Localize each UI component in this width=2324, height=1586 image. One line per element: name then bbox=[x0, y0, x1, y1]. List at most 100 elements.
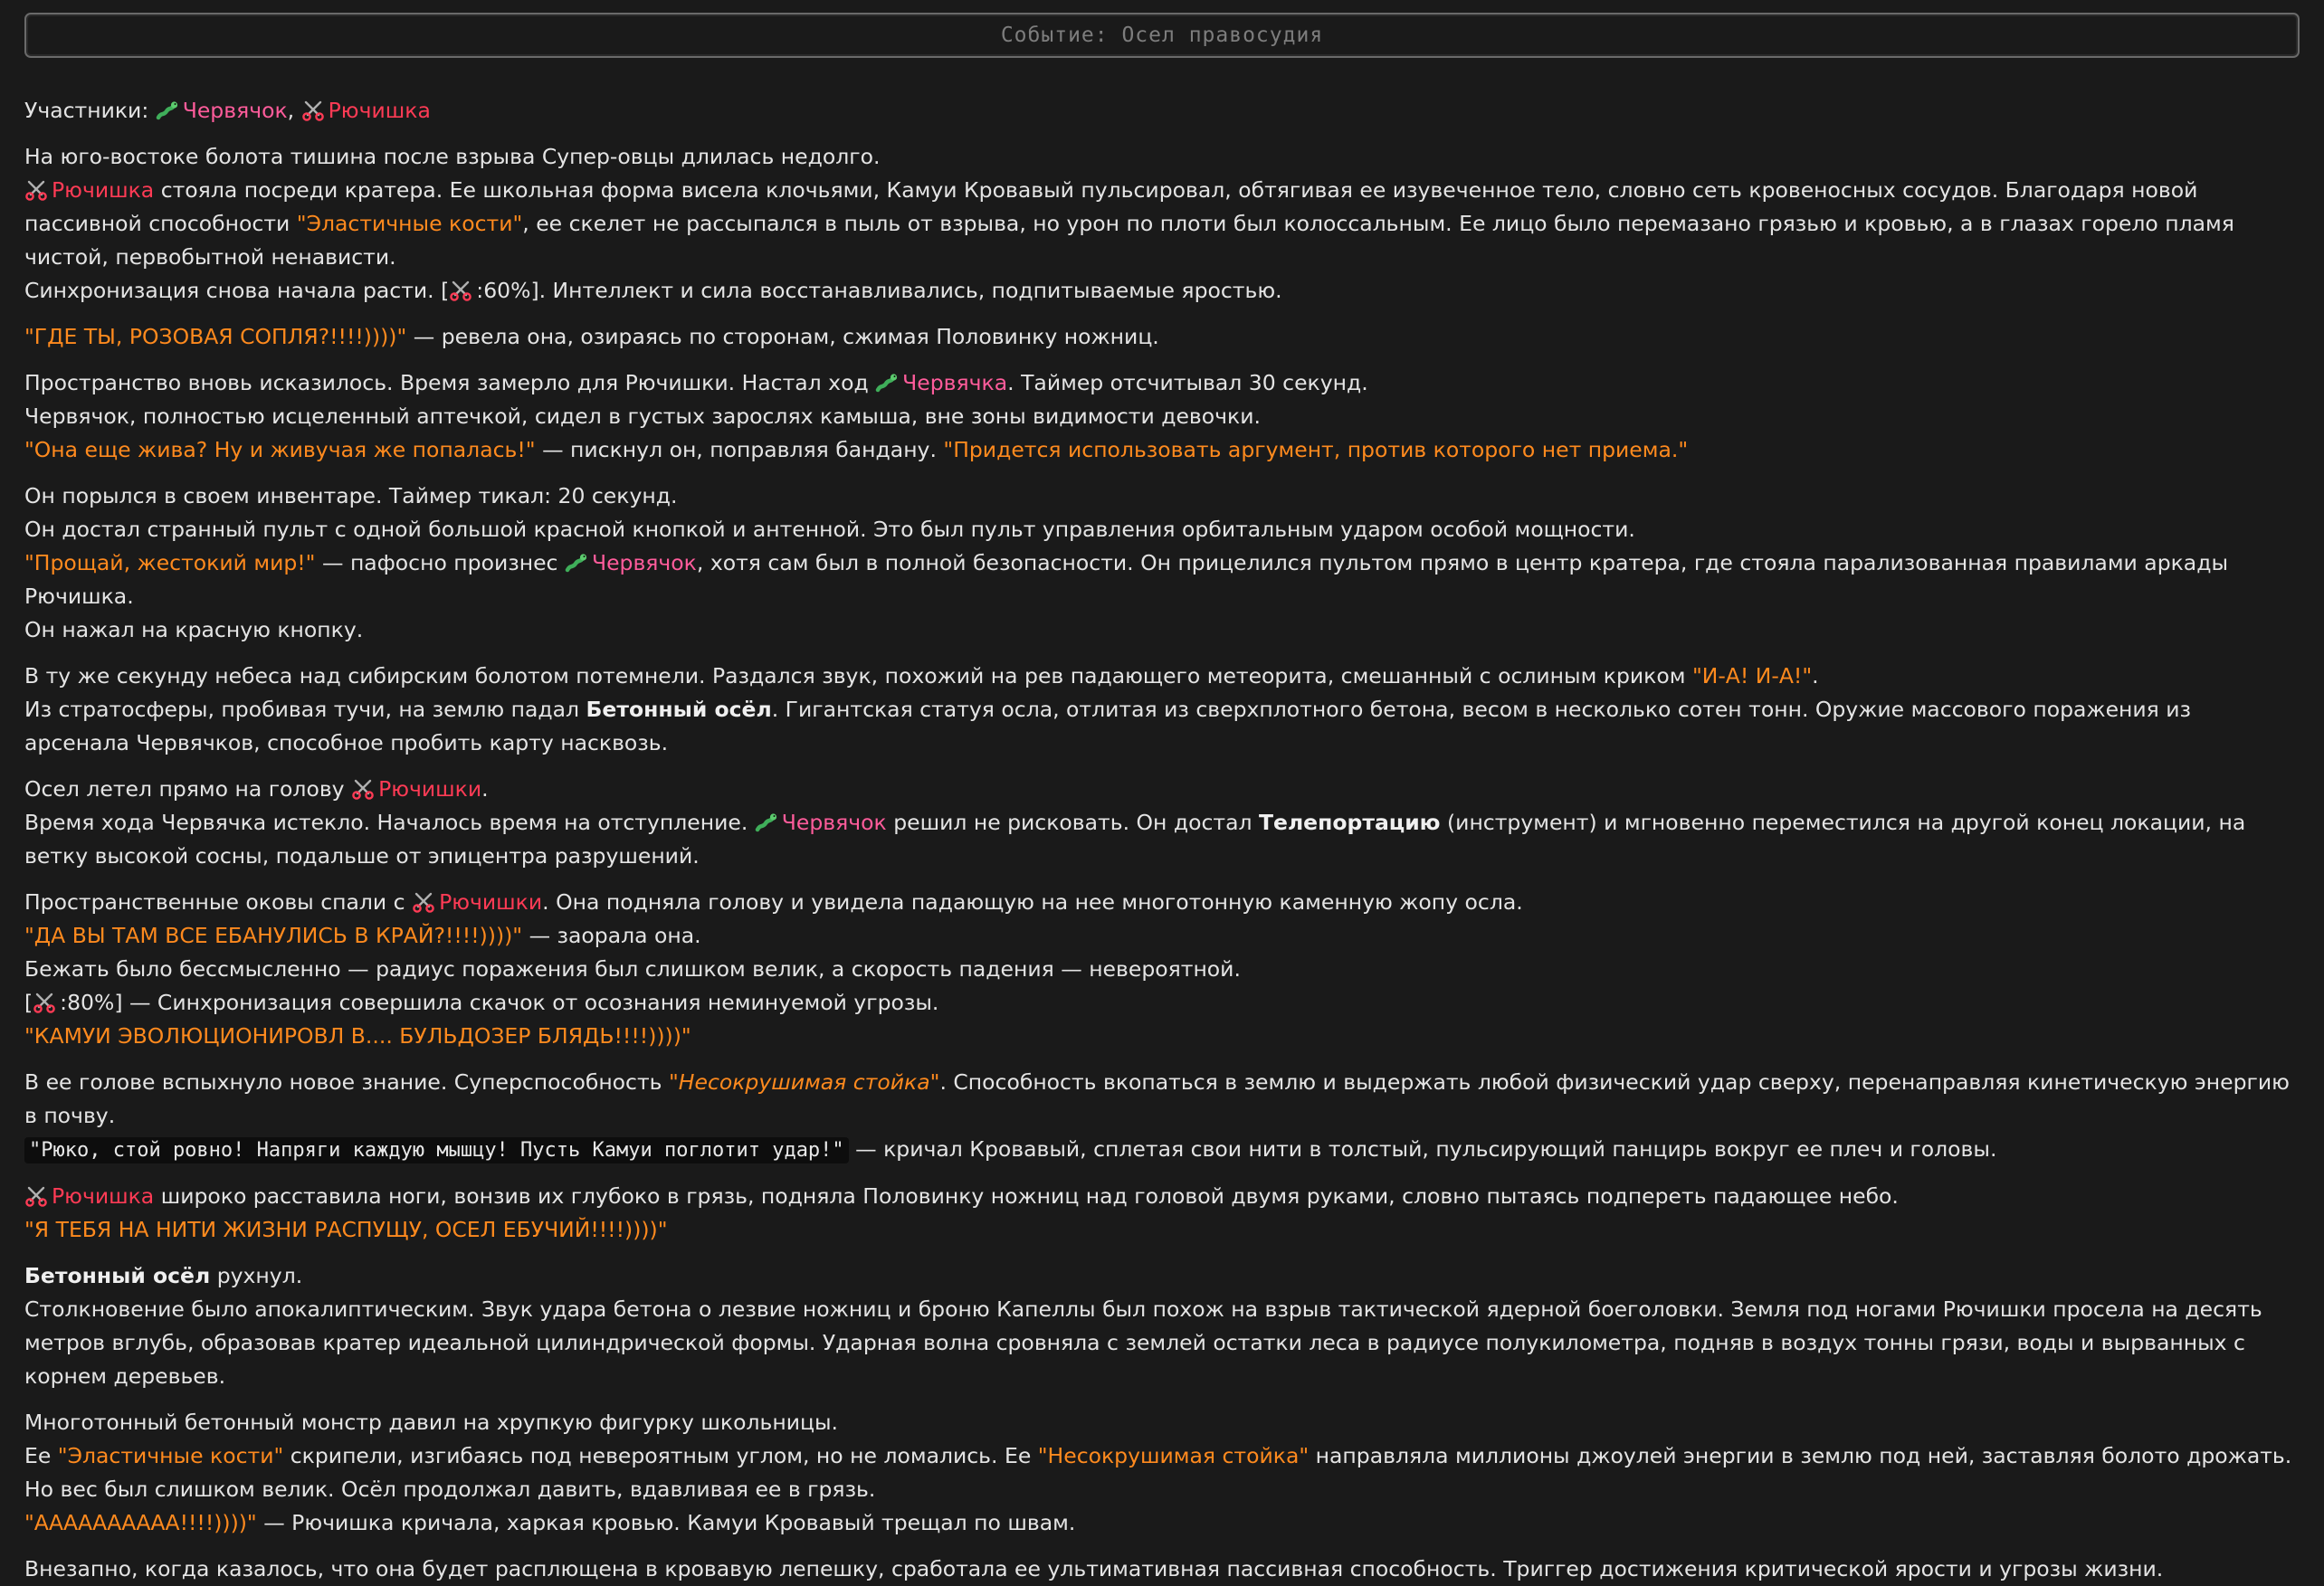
text-fragment: широко расставила ноги, вонзив их глубок… bbox=[154, 1183, 1899, 1209]
ability-quote: "Несокрушимая стойка" bbox=[669, 1069, 940, 1095]
worm-icon bbox=[755, 811, 778, 834]
text-fragment: . bbox=[481, 776, 489, 802]
speech-quote: "Придется использовать аргумент, против … bbox=[943, 437, 1689, 462]
scissors-icon bbox=[301, 99, 325, 122]
paragraph-2: "ГДЕ ТЫ, РОЗОВАЯ СОПЛЯ?!!!!))))" — ревел… bbox=[24, 320, 2300, 354]
ability-quote: "Эластичные кости" bbox=[296, 211, 523, 236]
text-fragment: — пафосно произнес bbox=[315, 550, 565, 575]
text-fragment: рухнул. bbox=[210, 1263, 303, 1288]
speech-quote: "АААААААААА!!!!))))" bbox=[24, 1510, 257, 1535]
item-name: Телепортацию bbox=[1259, 810, 1441, 835]
text-fragment: . Таймер отсчитывал 30 секунд. bbox=[1007, 370, 1368, 395]
text-line: Осел летел прямо на голову Рючишки. bbox=[24, 773, 2300, 806]
text-fragment: — пискнул он, поправляя бандану. bbox=[535, 437, 944, 462]
text-fragment: В ее голове вспыхнуло новое знание. Супе… bbox=[24, 1069, 669, 1095]
scissors-icon bbox=[449, 279, 472, 302]
text-fragment: Время хода Червячка истекло. Началось вр… bbox=[24, 810, 755, 835]
scissors-icon bbox=[351, 777, 375, 801]
text-line: Бетонный осёл рухнул. bbox=[24, 1259, 2300, 1293]
character-name: Рючишки bbox=[378, 776, 482, 802]
paragraph-9: Рючишка широко расставила ноги, вонзив и… bbox=[24, 1180, 2300, 1247]
paragraph-5: В ту же секунду небеса над сибирским бол… bbox=[24, 660, 2300, 760]
text-fragment: скрипели, изгибаясь под невероятным угло… bbox=[283, 1443, 1038, 1468]
paragraph-10: Бетонный осёл рухнул. Столкновение было … bbox=[24, 1259, 2300, 1393]
paragraph-3: Пространство вновь исказилось. Время зам… bbox=[24, 366, 2300, 467]
text-line: Из стратосферы, пробивая тучи, на землю … bbox=[24, 693, 2300, 760]
text-line: Рючишка широко расставила ноги, вонзив и… bbox=[24, 1180, 2300, 1213]
text-line: Пространственные оковы спали с Рючишки. … bbox=[24, 886, 2300, 919]
character-name: Рючишка bbox=[52, 1183, 155, 1209]
text-fragment: В ту же секунду небеса над сибирским бол… bbox=[24, 663, 1692, 689]
text-line: "Она еще жива? Ну и живучая же попалась!… bbox=[24, 433, 2300, 467]
sync-status: :60%]. Интеллект и сила восстанавливалис… bbox=[476, 278, 1282, 303]
code-quote: "Рюко, стой ровно! Напряги каждую мышцу!… bbox=[24, 1137, 849, 1163]
text-line: В ту же секунду небеса над сибирским бол… bbox=[24, 660, 2300, 693]
paragraph-8: В ее голове вспыхнуло новое знание. Супе… bbox=[24, 1066, 2300, 1167]
paragraph-4: Он порылся в своем инвентаре. Таймер тик… bbox=[24, 480, 2300, 647]
speech-quote: "ДА ВЫ ТАМ ВСЕ ЕБАНУЛИСЬ В КРАЙ?!!!!))))… bbox=[24, 923, 523, 948]
paragraph-1: На юго-востоке болота тишина после взрыв… bbox=[24, 140, 2300, 308]
text-line: Пространство вновь исказилось. Время зам… bbox=[24, 366, 2300, 400]
text-fragment: Из стратосферы, пробивая тучи, на землю … bbox=[24, 697, 586, 722]
speech-quote: "Она еще жива? Ну и живучая же попалась!… bbox=[24, 437, 536, 462]
text-line: В ее голове вспыхнуло новое знание. Супе… bbox=[24, 1066, 2300, 1133]
participants-label: Участники: bbox=[24, 98, 149, 123]
text-line: [:80%] — Синхронизация совершила скачок … bbox=[24, 986, 2300, 1020]
ability-quote: "Эластичные кости" bbox=[57, 1443, 284, 1468]
scissors-icon bbox=[412, 890, 435, 914]
text-line: Многотонный бетонный монстр давил на хру… bbox=[24, 1410, 839, 1435]
event-title: Событие: Осел правосудия bbox=[24, 13, 2300, 58]
character-name: Рючишки bbox=[439, 889, 543, 915]
worm-icon bbox=[156, 99, 179, 122]
character-name: Червячка bbox=[902, 370, 1008, 395]
text-line: Время хода Червячка истекло. Началось вр… bbox=[24, 806, 2300, 873]
speech-quote: "Прощай, жестокий мир!" bbox=[24, 550, 316, 575]
worm-icon bbox=[875, 371, 899, 394]
text-line: Бежать было бессмысленно — радиус пораже… bbox=[24, 956, 1241, 982]
participants-separator: , bbox=[287, 98, 295, 123]
text-fragment: . Она подняла голову и увидела падающую … bbox=[542, 889, 1523, 915]
text-line: "АААААААААА!!!!))))" — Рючишка кричала, … bbox=[24, 1506, 2300, 1540]
text-line: Ее "Эластичные кости" скрипели, изгибаяс… bbox=[24, 1439, 2300, 1473]
text-line: "Рюко, стой ровно! Напряги каждую мышцу!… bbox=[24, 1133, 2300, 1167]
participant-ryu: Рючишка bbox=[328, 98, 431, 123]
text-line: "Прощай, жестокий мир!" — пафосно произн… bbox=[24, 546, 2300, 613]
event-log: Событие: Осел правосудия Участники: Черв… bbox=[0, 0, 2324, 1586]
item-name: Бетонный осёл bbox=[586, 697, 772, 722]
participant-worm: Червячок bbox=[182, 98, 288, 123]
text-line: Столкновение было апокалиптическим. Звук… bbox=[24, 1296, 2262, 1389]
scissors-icon bbox=[24, 178, 48, 202]
text-line: Червячок, полностью исцеленный аптечкой,… bbox=[24, 404, 1261, 429]
paragraph-7: Пространственные оковы спали с Рючишки. … bbox=[24, 886, 2300, 1053]
character-name: Червячок bbox=[781, 810, 887, 835]
character-name: Рючишка bbox=[52, 177, 155, 203]
paragraph-6: Осел летел прямо на голову Рючишки. Врем… bbox=[24, 773, 2300, 873]
speech-quote: "И-А! И-А!" bbox=[1691, 663, 1813, 689]
ability-quote: "Несокрушимая стойка" bbox=[1037, 1443, 1310, 1468]
text-line: На юго-востоке болота тишина после взрыв… bbox=[24, 144, 881, 169]
text-line: Рючишка стояла посреди кратера. Ее школь… bbox=[24, 174, 2300, 274]
text-fragment: Осел летел прямо на голову bbox=[24, 776, 352, 802]
text-line: Но вес был слишком велик. Осёл продолжал… bbox=[24, 1477, 876, 1502]
text-fragment: направляла миллионы джоулей энергии в зе… bbox=[1309, 1443, 2292, 1468]
text-line: Он порылся в своем инвентаре. Таймер тик… bbox=[24, 483, 678, 508]
text-fragment: — Рючишка кричала, харкая кровью. Камуи … bbox=[256, 1510, 1076, 1535]
character-name: Червячок bbox=[591, 550, 697, 575]
text-fragment: решил не рисковать. Он достал bbox=[886, 810, 1259, 835]
text-fragment: . bbox=[1812, 663, 1819, 689]
scissors-icon bbox=[33, 991, 56, 1014]
text-line: Синхронизация снова начала расти. [ :60%]… bbox=[24, 274, 2300, 308]
text-fragment: — ревела она, озираясь по сторонам, сжим… bbox=[406, 324, 1159, 349]
item-name: Бетонный осёл bbox=[24, 1263, 211, 1288]
text-fragment: Синхронизация снова начала расти. [ bbox=[24, 278, 450, 303]
paragraph-11: Многотонный бетонный монстр давил на хру… bbox=[24, 1406, 2300, 1540]
speech-quote: "Я ТЕБЯ НА НИТИ ЖИЗНИ РАСПУЩУ, ОСЕЛ ЕБУЧ… bbox=[24, 1217, 668, 1242]
text-fragment: [ bbox=[24, 990, 33, 1015]
worm-icon bbox=[565, 551, 588, 575]
text-fragment: — заорала она. bbox=[522, 923, 701, 948]
text-fragment: — кричал Кровавый, сплетая свои нити в т… bbox=[848, 1136, 1997, 1162]
text-line: Он нажал на красную кнопку. bbox=[24, 617, 364, 642]
paragraph-12: Внезапно, когда казалось, что она будет … bbox=[24, 1553, 2300, 1586]
speech-quote: "ГДЕ ТЫ, РОЗОВАЯ СОПЛЯ?!!!!))))" bbox=[24, 324, 407, 349]
scissors-icon bbox=[24, 1184, 48, 1208]
